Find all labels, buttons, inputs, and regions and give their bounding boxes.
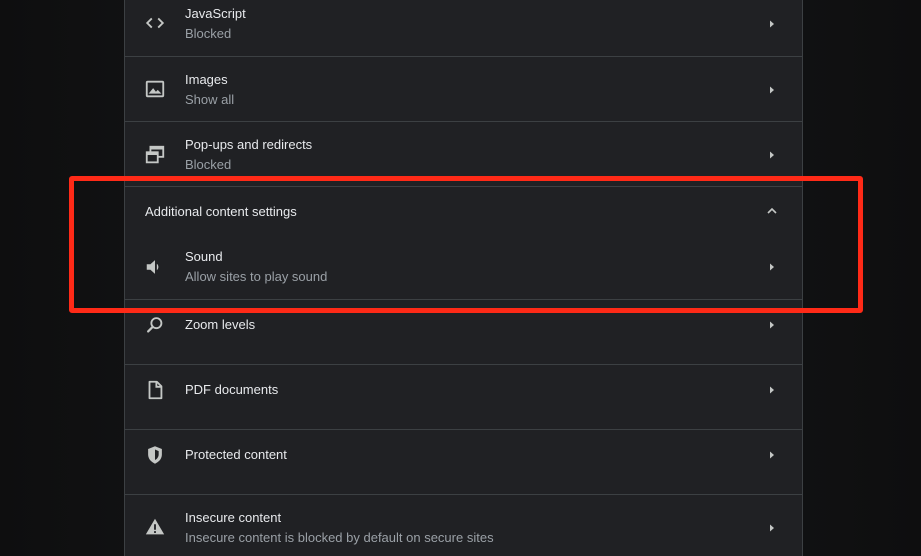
chevron-right-icon xyxy=(766,522,778,534)
shield-icon xyxy=(144,444,166,466)
settings-page: JavaScript Blocked Images Show all Pop-u… xyxy=(0,0,921,556)
search-icon xyxy=(144,314,166,336)
speaker-icon xyxy=(144,256,166,278)
settings-row-sublabel: Show all xyxy=(185,92,235,107)
image-icon xyxy=(144,78,166,100)
settings-row-label: Images xyxy=(185,72,228,87)
popup-icon xyxy=(144,144,166,166)
settings-row-label: Pop-ups and redirects xyxy=(185,137,313,152)
settings-row-sublabel: Blocked xyxy=(185,26,232,41)
chevron-up-icon xyxy=(766,205,778,217)
settings-row-sublabel: Allow sites to play sound xyxy=(185,269,328,284)
settings-row-label: Zoom levels xyxy=(185,317,256,332)
settings-row-label: Insecure content xyxy=(185,510,282,525)
code-icon xyxy=(144,12,166,34)
chevron-right-icon xyxy=(766,261,778,273)
settings-row-pdf-documents[interactable]: PDF documents xyxy=(125,364,802,429)
settings-row-label: PDF documents xyxy=(185,382,279,397)
settings-row-javascript[interactable]: JavaScript Blocked xyxy=(125,0,802,56)
settings-row-zoom-levels[interactable]: Zoom levels xyxy=(125,299,802,364)
settings-row-label: JavaScript xyxy=(185,6,246,21)
section-title: Additional content settings xyxy=(145,204,297,219)
settings-row-sublabel: Blocked xyxy=(185,157,232,172)
chevron-right-icon xyxy=(766,84,778,96)
chevron-right-icon xyxy=(766,384,778,396)
document-icon xyxy=(144,379,166,401)
chevron-right-icon xyxy=(766,149,778,161)
settings-row-insecure-content[interactable]: Insecure content Insecure content is blo… xyxy=(125,494,802,556)
chevron-right-icon xyxy=(766,449,778,461)
additional-content-settings-toggle[interactable]: Additional content settings xyxy=(125,186,802,236)
chevron-right-icon xyxy=(766,18,778,30)
settings-row-popups[interactable]: Pop-ups and redirects Blocked xyxy=(125,121,802,185)
content-settings-panel: JavaScript Blocked Images Show all Pop-u… xyxy=(124,0,803,556)
settings-row-sublabel: Insecure content is blocked by default o… xyxy=(185,530,494,545)
chevron-right-icon xyxy=(766,319,778,331)
settings-row-images[interactable]: Images Show all xyxy=(125,56,802,120)
settings-row-label: Sound xyxy=(185,249,223,264)
settings-row-protected-content[interactable]: Protected content xyxy=(125,429,802,494)
warning-icon xyxy=(144,516,166,538)
settings-row-label: Protected content xyxy=(185,447,287,462)
settings-row-sound[interactable]: Sound Allow sites to play sound xyxy=(125,236,802,299)
